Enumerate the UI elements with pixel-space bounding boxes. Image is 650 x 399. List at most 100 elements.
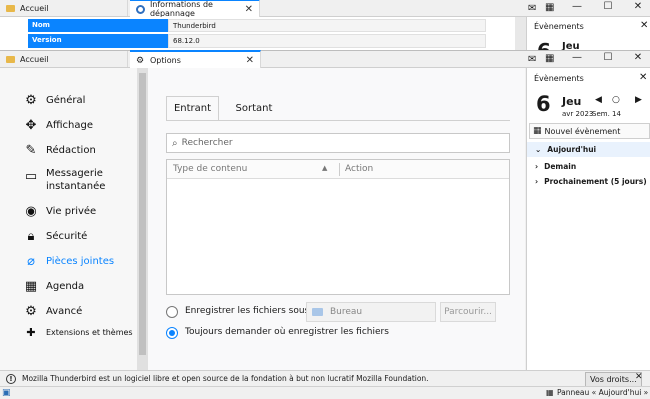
tabbar: Accueil ⚙ Options ✕ ✉ ▦ — ☐ ✕ [0, 50, 650, 69]
bg-table-value: 68.12.0 [168, 34, 486, 48]
radio-selected-dot [169, 330, 175, 336]
nav-item-addons[interactable]: ✚ Extensions et thèmes [24, 325, 132, 339]
bg-tab-home-label: Accueil [20, 3, 49, 13]
nav-scrollbar-thumb[interactable] [139, 73, 146, 355]
lock-icon: 🔒︎ [27, 228, 35, 244]
close-icon[interactable]: ✕ [640, 20, 648, 31]
minimize-icon[interactable]: — [570, 52, 584, 63]
calendar-icon: ▦ [24, 278, 38, 294]
next-day-icon[interactable]: ▶ [635, 95, 642, 105]
mail-icon[interactable]: ✉ [528, 54, 536, 65]
tab-home[interactable]: Accueil [0, 51, 128, 67]
search-icon: ⌕ [172, 137, 178, 149]
today-pane-icon: ▦ [546, 388, 554, 397]
online-status-icon[interactable]: ▣ [2, 388, 11, 398]
nav-item-label: Vie privée [46, 205, 97, 217]
nav-item-label: Affichage [46, 119, 93, 131]
today-pane-toggle[interactable]: Panneau « Aujourd'hui » [557, 388, 648, 397]
content-type-table[interactable]: Type de contenu ▲ Action [166, 159, 510, 295]
options-nav: ⚙ Général ✥ Affichage ✎ Rédaction ▭ Mess… [0, 68, 148, 370]
chevron-right-icon: › [535, 177, 539, 186]
day-number: 6 [536, 92, 551, 116]
attachments-panel: Entrant Sortant ⌕ Rechercher Type de con… [148, 68, 525, 370]
bg-tab-troubleshoot[interactable]: Informations de dépannage ✕ [130, 0, 260, 18]
thunderbird-icon [136, 4, 145, 14]
group-tomorrow[interactable]: › Demain [527, 159, 650, 174]
maximize-icon[interactable]: ☐ [601, 1, 615, 12]
nav-item-label: Pièces jointes [46, 255, 115, 267]
group-upcoming-label: Prochainement (5 jours) [544, 177, 647, 186]
nav-item-label: Général [46, 94, 86, 106]
folder-icon [6, 4, 15, 12]
radio-always-ask[interactable] [166, 327, 178, 339]
tab-outgoing[interactable]: Sortant [224, 96, 284, 120]
search-input[interactable]: ⌕ Rechercher [166, 133, 510, 153]
group-tomorrow-label: Demain [544, 162, 577, 171]
license-notice-bar: ! Mozilla Thunderbird est un logiciel li… [0, 370, 650, 387]
close-icon[interactable]: ✕ [631, 52, 645, 63]
group-today[interactable]: ⌄ Aujourd'hui [527, 142, 650, 157]
group-upcoming[interactable]: › Prochainement (5 jours) [527, 174, 650, 189]
gear-icon: ⚙ [136, 56, 145, 66]
nav-item-display[interactable]: ✥ Affichage [24, 117, 93, 133]
download-folder-field: Bureau [306, 302, 436, 322]
nav-item-advanced[interactable]: ⚙ Avancé [24, 303, 83, 319]
calendar-icon[interactable]: ▦ [545, 53, 554, 64]
bg-table-key: Version [28, 34, 168, 48]
close-icon[interactable]: ✕ [245, 4, 253, 15]
bg-tab-troubleshoot-label: Informations de dépannage [149, 0, 213, 18]
close-icon[interactable]: ✕ [639, 72, 647, 83]
bg-scrollbar[interactable] [515, 17, 526, 52]
bg-tab-home[interactable]: Accueil [0, 0, 128, 16]
tab-options[interactable]: ⚙ Options ✕ [130, 50, 261, 69]
mail-icon[interactable]: ✉ [528, 3, 536, 14]
bg-sidebar: Évènements ✕ 6 Jeu [526, 17, 650, 52]
column-header-action[interactable]: Action [345, 164, 373, 174]
background-tabbar: Accueil Informations de dépannage ✕ ✉ ▦ … [0, 0, 650, 18]
nav-item-attachments[interactable]: ⌀ Pièces jointes [24, 253, 115, 269]
nav-item-security[interactable]: 🔒︎ Sécurité [24, 228, 88, 244]
nav-item-general[interactable]: ⚙ Général [24, 93, 86, 108]
nav-item-privacy[interactable]: ◉ Vie privée [24, 204, 97, 219]
nav-item-calendar[interactable]: ▦ Agenda [24, 278, 85, 294]
nav-item-label: Avancé [46, 305, 83, 317]
today-pane: Évènements ✕ 6 Jeu ◀ ○ ▶ avr 2023 Sem. 1… [526, 68, 650, 370]
search-placeholder: Rechercher [181, 138, 233, 148]
close-icon[interactable]: ✕ [246, 55, 254, 66]
browse-button[interactable]: Parcourir... [440, 302, 496, 322]
radio-save-to-label[interactable]: Enregistrer les fichiers sous [185, 306, 309, 316]
new-event-button[interactable]: ▦ Nouvel évènement [529, 123, 650, 139]
tab-incoming[interactable]: Entrant [166, 96, 219, 120]
nav-item-composition[interactable]: ✎ Rédaction [24, 143, 96, 158]
nav-item-label: Agenda [46, 280, 85, 292]
chat-icon: ▭ [24, 168, 38, 184]
week-number: Sem. 14 [592, 110, 621, 118]
close-icon[interactable]: ✕ [635, 372, 643, 382]
events-title: Évènements [534, 74, 584, 83]
calendar-icon[interactable]: ▦ [545, 2, 554, 13]
paperclip-icon: ⌀ [27, 253, 35, 269]
your-rights-button[interactable]: Vos droits... [585, 372, 642, 387]
minimize-icon[interactable]: — [570, 1, 584, 12]
maximize-icon[interactable]: ☐ [601, 52, 615, 63]
radio-save-to[interactable] [166, 306, 178, 318]
new-event-label: Nouvel évènement [544, 126, 621, 136]
puzzle-icon: ✚ [26, 325, 36, 339]
column-divider [339, 163, 340, 176]
gear-icon: ⚙ [25, 303, 37, 319]
bg-table-key: Nom [28, 19, 168, 32]
radio-always-ask-label[interactable]: Toujours demander où enregistrer les fic… [185, 327, 389, 337]
new-event-icon: ▦ [533, 126, 542, 136]
column-header-content-type[interactable]: Type de contenu [173, 164, 247, 174]
close-icon[interactable]: ✕ [631, 1, 645, 12]
nav-item-label: Rédaction [46, 144, 96, 156]
today-icon[interactable]: ○ [612, 95, 620, 105]
previous-day-icon[interactable]: ◀ [595, 95, 602, 105]
display-icon: ✥ [25, 117, 37, 133]
nav-item-chat[interactable]: ▭ Messagerie instantanée [24, 167, 132, 193]
chevron-down-icon: ⌄ [535, 145, 542, 154]
info-icon: ! [6, 373, 16, 384]
folder-icon [312, 308, 323, 316]
nav-item-label: Messagerie instantanée [46, 168, 106, 192]
bg-table-value: Thunderbird [168, 19, 486, 32]
